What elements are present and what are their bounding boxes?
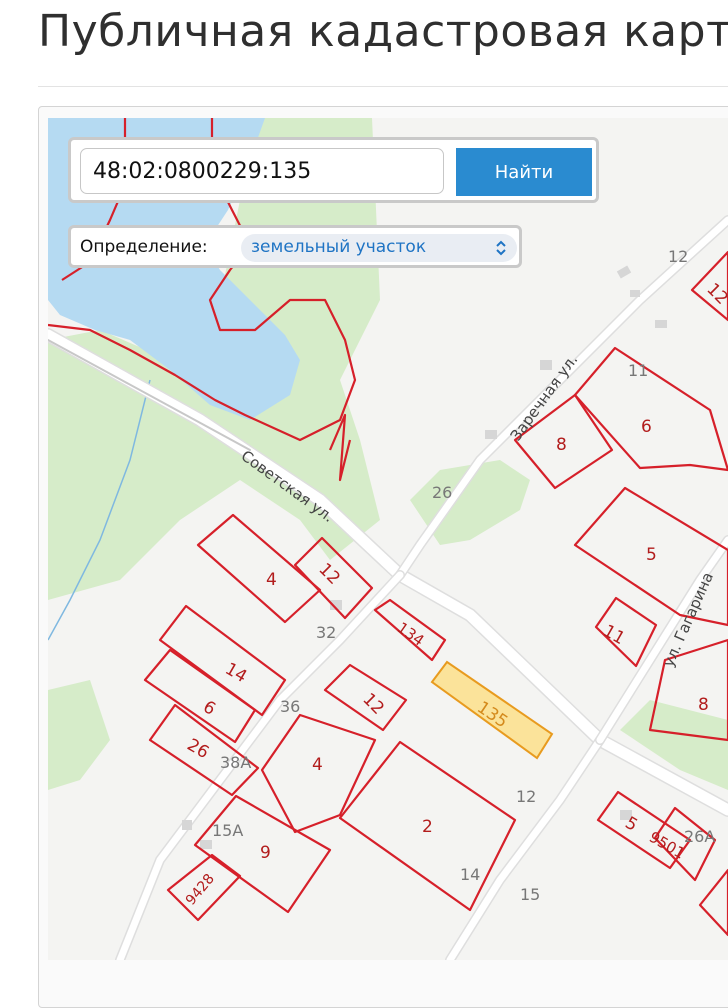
- title-divider: [38, 86, 728, 87]
- definition-selected-value: земельный участок: [251, 237, 427, 257]
- parcel-label-6: 6: [641, 417, 652, 437]
- search-panel: Найти: [68, 137, 599, 203]
- house-36: 36: [280, 697, 300, 716]
- definition-label: Определение:: [80, 237, 208, 257]
- cadastral-number-input[interactable]: [80, 148, 444, 194]
- find-button[interactable]: Найти: [456, 148, 592, 196]
- parcel-label-4b: 4: [312, 755, 323, 775]
- parcel-label-5: 5: [646, 545, 657, 565]
- house-12: 12: [516, 787, 536, 806]
- house-14: 14: [460, 865, 480, 884]
- updown-chevron-icon: [496, 240, 506, 256]
- house-26: 26: [432, 483, 452, 502]
- parcel-label-8b: 8: [698, 695, 709, 715]
- parcel-label-2: 2: [422, 817, 433, 837]
- house-26a: 26А: [684, 827, 715, 846]
- definition-panel: Определение: земельный участок: [68, 225, 522, 268]
- house-15: 15: [520, 885, 540, 904]
- page-title: Публичная кадастровая карт: [38, 6, 728, 57]
- parcel-label-9: 9: [260, 843, 271, 863]
- house-32: 32: [316, 623, 336, 642]
- parcel-label-8a: 8: [556, 435, 567, 455]
- house-11: 11: [628, 361, 648, 380]
- definition-select[interactable]: земельный участок: [241, 234, 517, 262]
- house-15a: 15А: [212, 821, 243, 840]
- house-38a: 38А: [220, 753, 251, 772]
- house-12-top: 12: [668, 247, 688, 266]
- parcel-label-4a: 4: [266, 570, 277, 590]
